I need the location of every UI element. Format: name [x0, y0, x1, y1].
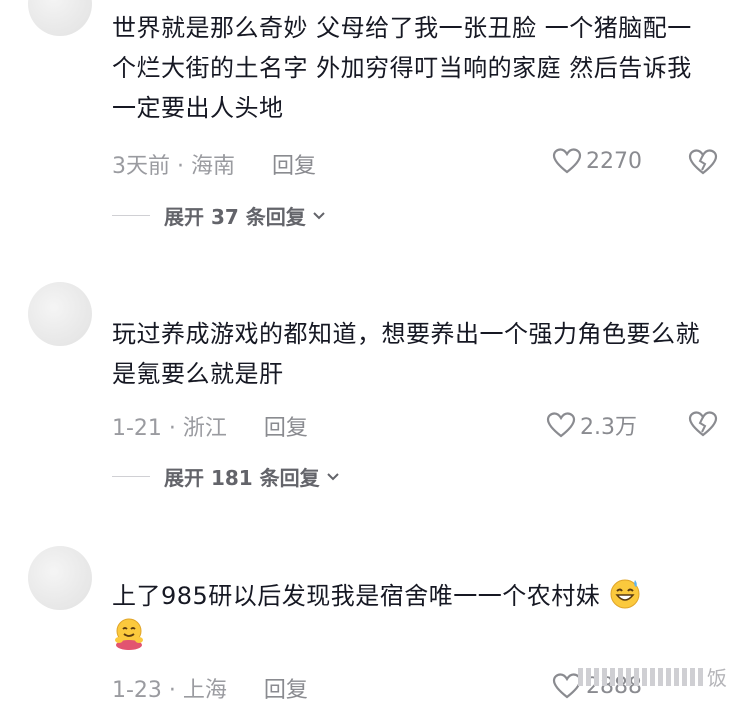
broken-heart-icon[interactable]	[688, 148, 718, 176]
like-button[interactable]: 2270	[552, 147, 642, 175]
chevron-down-icon	[313, 211, 325, 219]
comment-text-content: 上了985研以后发现我是宿舍唯一一个农村妹	[112, 582, 601, 610]
divider	[112, 215, 150, 216]
watermark-text: 饭	[707, 666, 727, 690]
avatar[interactable]	[28, 0, 92, 36]
avatar[interactable]	[28, 546, 92, 610]
comment-text: 玩过养成游戏的都知道，想要养出一个强力角色要么就是氪要么就是肝	[112, 320, 700, 388]
comment-text: 上了985研以后发现我是宿舍唯一一个农村妹	[112, 576, 712, 656]
grinning-sweat-emoji	[610, 579, 640, 609]
expand-replies-label: 展开 37 条回复	[164, 205, 306, 229]
watermark-bars	[578, 667, 703, 686]
heart-outline-icon	[552, 148, 582, 174]
heart-outline-icon	[546, 412, 576, 438]
expand-replies-label: 展开 181 条回复	[164, 466, 320, 490]
comment-time-location: 1-23 · 上海	[112, 678, 227, 703]
expand-replies-button[interactable]: 展开 181 条回复	[112, 462, 340, 491]
like-count: 2.3万	[580, 415, 637, 440]
watermark: 饭	[578, 662, 727, 691]
chevron-down-icon	[326, 472, 339, 480]
comment-meta: 1-21 · 浙江 回复	[112, 410, 308, 442]
expand-replies-button[interactable]: 展开 37 条回复	[112, 201, 326, 230]
reply-button[interactable]: 回复	[264, 678, 308, 703]
hugging-face-emoji	[115, 618, 143, 650]
like-button[interactable]: 2.3万	[546, 409, 637, 441]
broken-heart-icon[interactable]	[688, 410, 718, 438]
reply-button[interactable]: 回复	[272, 154, 316, 179]
comment-text: 世界就是那么奇妙 父母给了我一张丑脸 一个猪脑配一个烂大街的土名字 外加穷得叮当…	[112, 14, 692, 122]
comment-time-location: 3天前 · 海南	[112, 154, 235, 179]
comment-time-location: 1-21 · 浙江	[112, 416, 227, 441]
like-count: 2270	[586, 148, 642, 174]
comment-meta: 1-23 · 上海 回复	[112, 672, 308, 704]
reply-button[interactable]: 回复	[264, 416, 308, 441]
divider	[112, 476, 150, 477]
avatar[interactable]	[28, 282, 92, 346]
comment-meta: 3天前 · 海南 回复	[112, 148, 316, 180]
